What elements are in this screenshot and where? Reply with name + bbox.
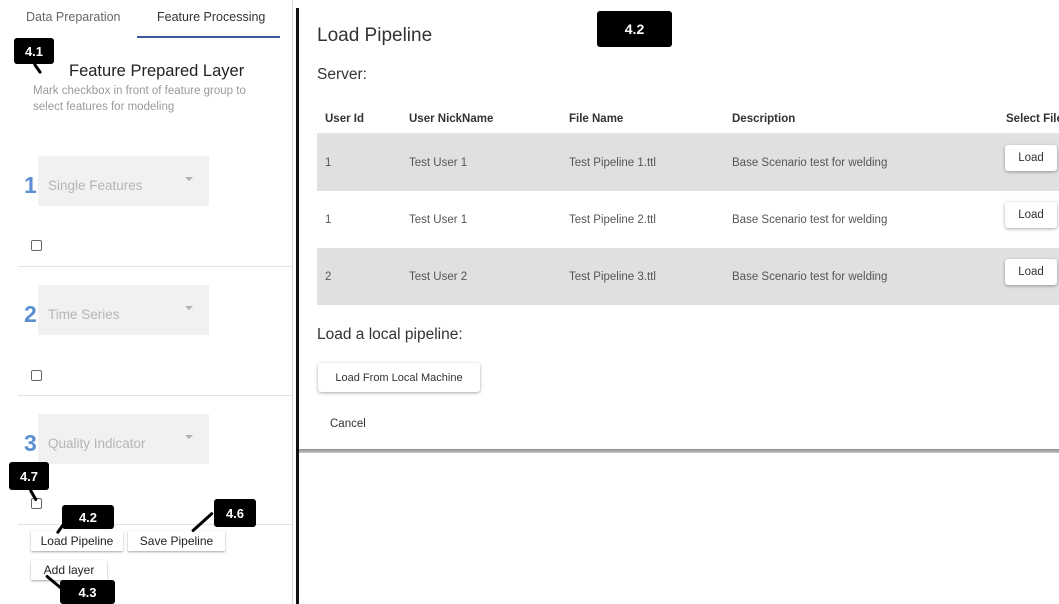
load-row-button[interactable]: Load [1005,202,1057,228]
load-pipeline-button[interactable]: Load Pipeline [31,531,123,551]
callout-badge: 4.7 [9,462,49,490]
chevron-down-icon [185,435,193,439]
cell-nickname: Test User 1 [409,214,468,226]
tab-feature-processing[interactable]: Feature Processing [157,10,265,24]
chevron-down-icon [185,177,193,181]
cancel-button[interactable]: Cancel [330,418,366,430]
dialog-title: Load Pipeline [317,25,433,46]
callout-badge: 4.2 [62,505,114,529]
local-section-label: Load a local pipeline: [317,326,463,343]
cell-description: Base Scenario test for welding [732,271,888,283]
cell-description: Base Scenario test for welding [732,214,888,226]
cell-file-name: Test Pipeline 1.ttl [569,157,656,169]
feature-select-label: Quality Indicator [48,436,146,451]
tab-bar: Data Preparation Feature Processing [0,0,280,38]
feature-checkbox[interactable] [31,240,42,251]
load-row-button[interactable]: Load [1005,259,1057,285]
table-row: 1 Test User 1 Test Pipeline 1.ttl Base S… [317,134,1059,191]
cell-description: Base Scenario test for welding [732,157,888,169]
cell-user-id: 1 [325,157,332,169]
cell-user-id: 2 [325,271,332,283]
dialog-bottom-edge [299,449,1059,453]
column-header-file-name: File Name [569,113,624,125]
callout-badge: 4.6 [214,499,256,527]
feature-select-single-features[interactable]: Single Features [38,156,209,206]
cell-file-name: Test Pipeline 3.ttl [569,271,656,283]
feature-number: 2 [24,301,37,327]
column-header-nickname: User NickName [409,113,494,125]
feature-checkbox[interactable] [31,370,42,381]
divider [18,395,293,396]
pipeline-table: User Id User NickName File Name Descript… [317,104,1059,305]
cell-file-name: Test Pipeline 2.ttl [569,214,656,226]
feature-select-label: Time Series [48,307,120,322]
chevron-down-icon [185,306,193,310]
panel-title: Feature Prepared Layer [69,62,245,80]
load-from-local-button[interactable]: Load From Local Machine [318,363,480,392]
table-header: User Id User NickName File Name Descript… [317,104,1059,134]
cell-user-id: 1 [325,214,332,226]
column-header-select-file: Select File [1006,113,1059,125]
divider [18,266,293,267]
tab-data-preparation[interactable]: Data Preparation [26,10,121,24]
column-header-description: Description [732,113,796,125]
add-layer-button[interactable]: Add layer [31,560,107,580]
cell-nickname: Test User 1 [409,157,468,169]
feature-select-quality-indicator[interactable]: Quality Indicator [38,414,209,464]
table-row: 2 Test User 2 Test Pipeline 3.ttl Base S… [317,248,1059,305]
panel-description: Mark checkbox in front of feature group … [33,85,246,113]
table-row: 1 Test User 1 Test Pipeline 2.ttl Base S… [317,191,1059,248]
load-row-button[interactable]: Load [1005,145,1057,171]
feature-select-time-series[interactable]: Time Series [38,285,209,335]
load-pipeline-dialog: Load Pipeline Server: User Id User NickN… [299,0,1059,449]
callout-badge: 4.3 [60,580,115,604]
cell-nickname: Test User 2 [409,271,468,283]
callout-badge: 4.2 [597,11,672,47]
callout-badge: 4.1 [14,38,54,64]
feature-number: 3 [24,430,37,456]
server-section-label: Server: [317,66,367,83]
feature-select-label: Single Features [48,178,143,193]
column-header-user-id: User Id [325,113,364,125]
feature-number: 1 [24,172,37,198]
active-tab-indicator [137,36,280,38]
save-pipeline-button[interactable]: Save Pipeline [128,531,225,551]
